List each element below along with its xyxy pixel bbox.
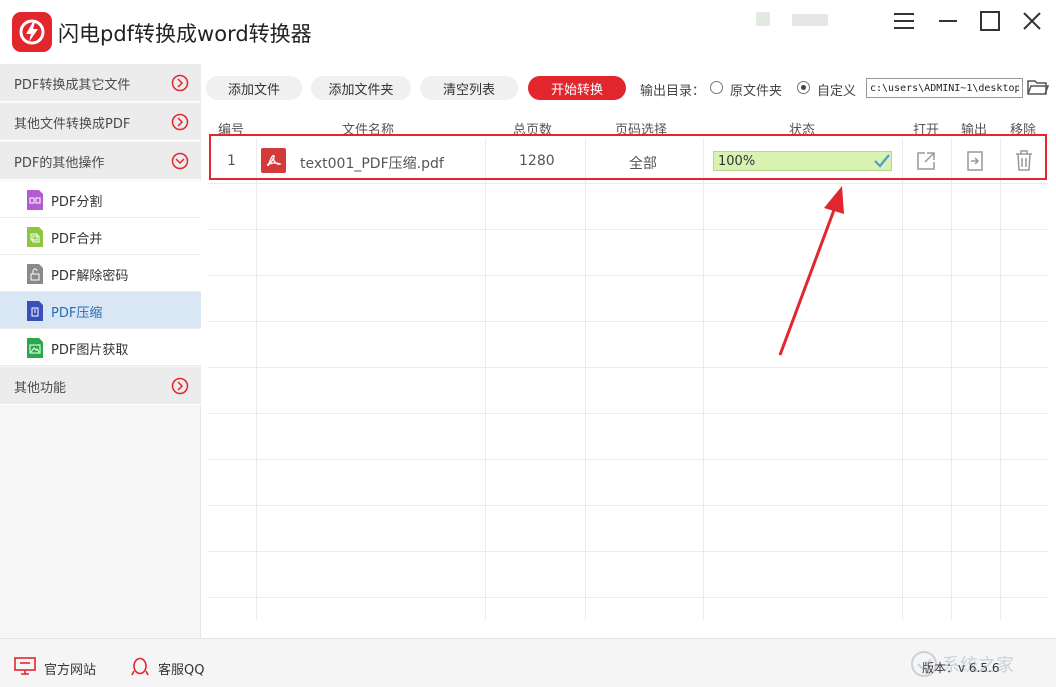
monitor-icon	[14, 657, 36, 675]
chevron-right-circle-icon	[171, 113, 189, 131]
category-label: 其他功能	[14, 381, 67, 396]
sidebar-category-other-features[interactable]: 其他功能	[0, 367, 201, 405]
title-bar: 闪电pdf转换成word转换器	[0, 0, 1056, 64]
table-row-empty	[208, 460, 1048, 506]
app-logo-icon	[12, 12, 52, 52]
chevron-down-circle-icon	[171, 152, 189, 170]
sidebar-item-label: PDF解除密码	[51, 269, 129, 284]
blurred-avatar	[756, 12, 770, 26]
output-dir-label: 输出目录：	[640, 84, 706, 99]
clear-list-button[interactable]: 清空列表	[420, 76, 518, 100]
add-folder-button[interactable]: 添加文件夹	[311, 76, 411, 100]
sidebar-item-pdf-split[interactable]: PDF分割	[0, 181, 201, 218]
add-file-button[interactable]: 添加文件	[206, 76, 302, 100]
qq-support-link[interactable]: 客服QQ	[158, 659, 204, 678]
sidebar-item-label: PDF合并	[51, 232, 103, 247]
folder-icon[interactable]	[1027, 77, 1049, 97]
blurred-username	[792, 14, 828, 26]
radio-original-folder[interactable]	[710, 81, 723, 94]
output-path-input[interactable]	[866, 78, 1023, 98]
category-label: PDF转换成其它文件	[14, 78, 131, 93]
table-row-empty	[208, 184, 1048, 230]
table-row-empty	[208, 368, 1048, 414]
toolbar: 添加文件 添加文件夹 清空列表 开始转换 输出目录： 原文件夹 自定义	[201, 64, 1056, 112]
svg-text:系统之家: 系统之家	[942, 655, 1014, 676]
sidebar: PDF转换成其它文件 其他文件转换成PDF PDF的其他操作 PDF分割 PDF…	[0, 64, 201, 638]
sidebar-item-label: PDF压缩	[51, 306, 103, 321]
sidebar-item-pdf-compress[interactable]: PDF压缩	[0, 292, 201, 329]
minimize-icon[interactable]	[935, 8, 961, 34]
close-icon[interactable]	[1019, 8, 1045, 34]
table-row-empty	[208, 414, 1048, 460]
sidebar-item-label: PDF图片获取	[51, 343, 129, 358]
sidebar-category-other-to-pdf[interactable]: 其他文件转换成PDF	[0, 103, 201, 141]
file-table: 编号 文件名称 总页数 页码选择 状态 打开 输出 移除	[208, 112, 1048, 620]
pdf-split-icon	[27, 190, 43, 210]
footer: 官方网站 客服QQ 版本：v 6.5.6	[0, 638, 1056, 687]
app-title: 闪电pdf转换成word转换器	[58, 22, 312, 46]
table-row-empty	[208, 276, 1048, 322]
radio-original-folder-label[interactable]: 原文件夹	[730, 80, 782, 99]
official-site-link[interactable]: 官方网站	[44, 659, 96, 678]
table-row-empty	[208, 230, 1048, 276]
sidebar-item-pdf-unlock[interactable]: PDF解除密码	[0, 255, 201, 292]
table-row-empty	[208, 552, 1048, 598]
start-convert-button[interactable]: 开始转换	[528, 76, 626, 100]
menu-icon[interactable]	[891, 8, 917, 34]
chevron-right-circle-icon	[171, 377, 189, 395]
radio-custom-label[interactable]: 自定义	[817, 80, 856, 99]
sidebar-item-label: PDF分割	[51, 195, 103, 210]
pdf-image-icon	[27, 338, 43, 358]
maximize-icon[interactable]	[977, 8, 1003, 34]
category-label: 其他文件转换成PDF	[14, 117, 131, 132]
radio-custom[interactable]	[797, 81, 810, 94]
qq-icon	[131, 657, 149, 676]
category-label: PDF的其他操作	[14, 156, 105, 171]
sidebar-category-pdf-to-other[interactable]: PDF转换成其它文件	[0, 64, 201, 102]
pdf-compress-icon	[27, 301, 43, 321]
table-row-empty	[208, 322, 1048, 368]
sidebar-category-pdf-other-ops[interactable]: PDF的其他操作	[0, 142, 201, 180]
annotation-arrow-icon	[778, 186, 844, 356]
watermark-logo: 系统之家	[911, 651, 1014, 677]
sidebar-item-pdf-merge[interactable]: PDF合并	[0, 218, 201, 255]
sidebar-item-pdf-image[interactable]: PDF图片获取	[0, 329, 201, 366]
table-row-empty	[208, 506, 1048, 552]
pdf-unlock-icon	[27, 264, 43, 284]
chevron-right-circle-icon	[171, 74, 189, 92]
highlight-box	[209, 134, 1047, 180]
pdf-merge-icon	[27, 227, 43, 247]
